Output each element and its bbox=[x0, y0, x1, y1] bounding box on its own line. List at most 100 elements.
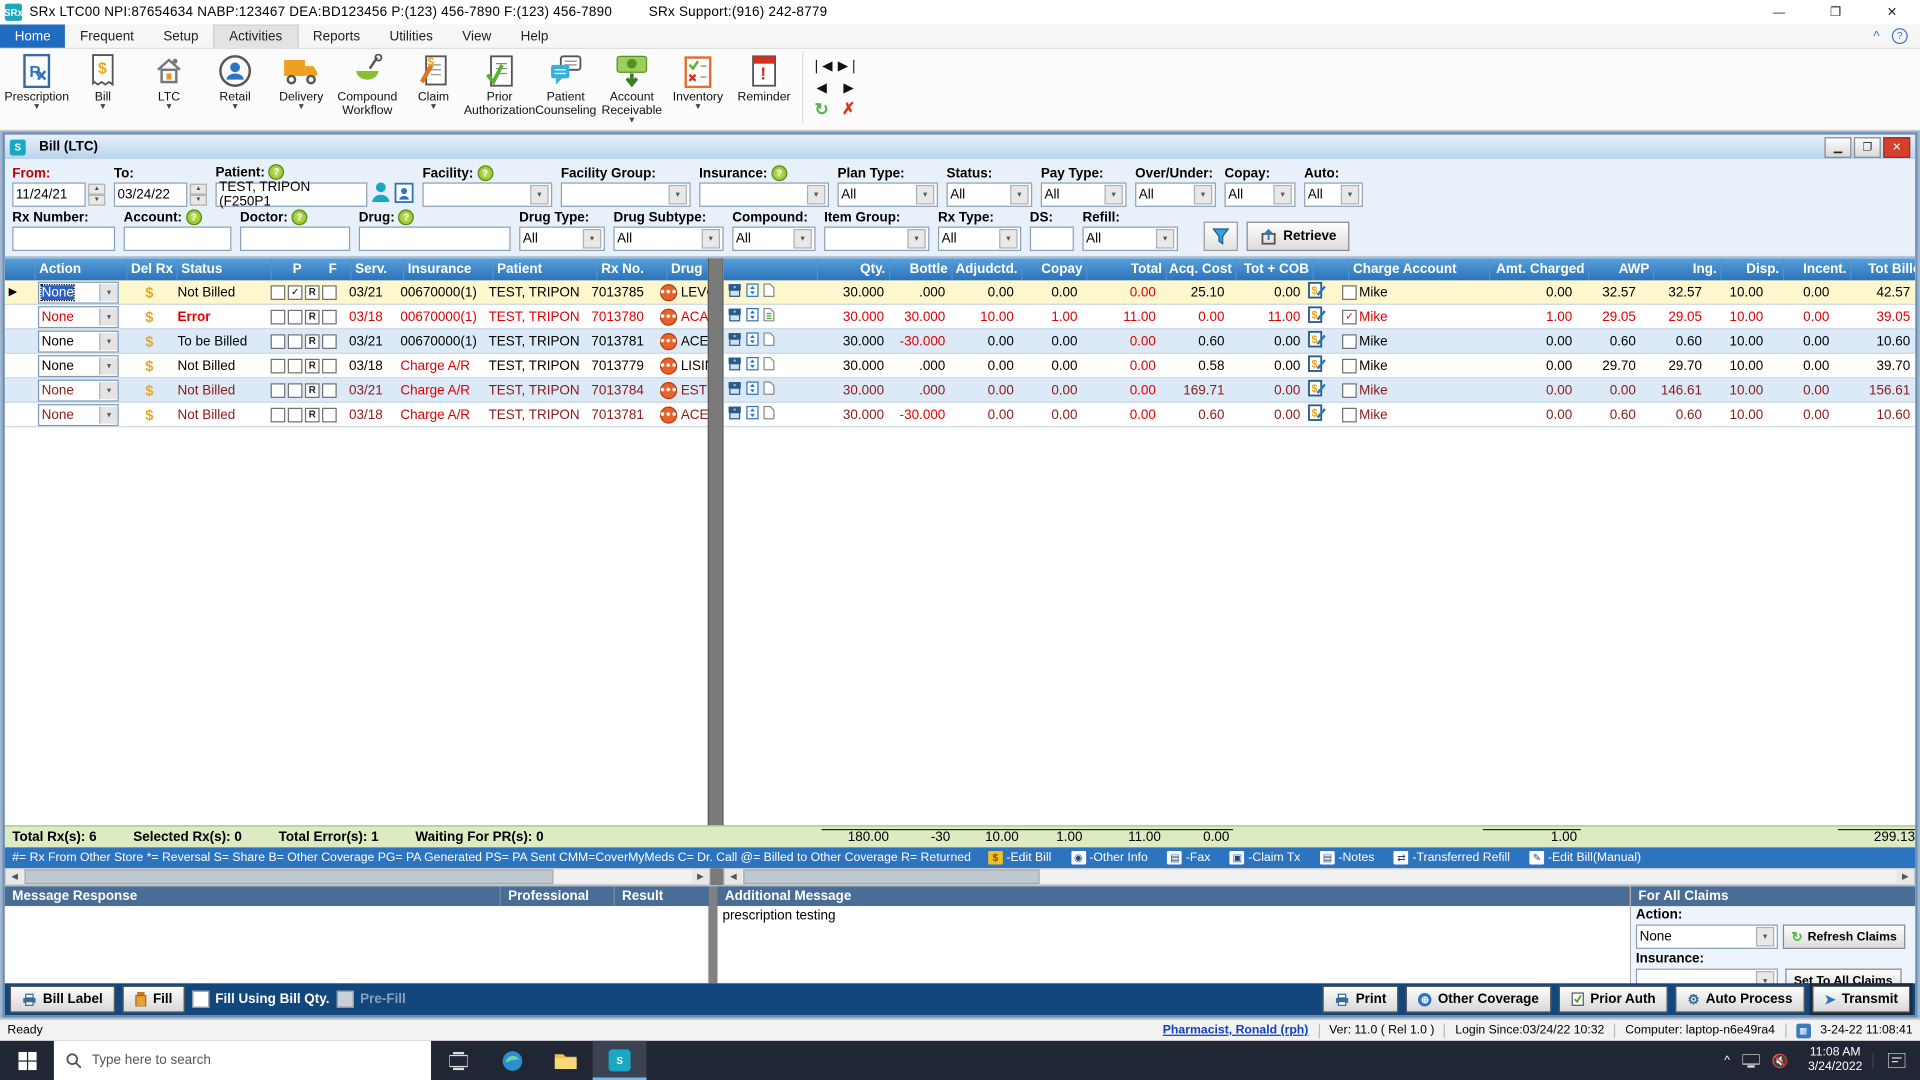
grid-splitter[interactable] bbox=[707, 258, 724, 826]
column-header-rxno[interactable]: Rx No. bbox=[598, 258, 668, 281]
row-checkbox[interactable] bbox=[322, 309, 337, 324]
row-checkbox[interactable] bbox=[270, 382, 286, 398]
charge-account-checkbox[interactable] bbox=[1342, 407, 1357, 422]
doc-transfer-icon[interactable] bbox=[746, 307, 759, 325]
retrieve-button[interactable]: Retrieve bbox=[1246, 221, 1350, 252]
legend-item-fax[interactable]: ▤ -Fax bbox=[1167, 851, 1210, 865]
column-header-qty[interactable]: Qty. bbox=[818, 258, 891, 281]
auto-process-button[interactable]: ⚙ Auto Process bbox=[1675, 985, 1805, 1013]
scroll-right-icon[interactable]: ▶ bbox=[1896, 869, 1914, 885]
filter-select[interactable]: ▾ bbox=[422, 182, 553, 207]
filter-select[interactable]: All ▾ bbox=[937, 226, 1022, 252]
page-icon[interactable] bbox=[763, 307, 775, 325]
edit-bill-icon[interactable]: $ bbox=[1308, 306, 1326, 327]
bill-label-button[interactable]: Bill Label bbox=[9, 985, 115, 1013]
doc-transfer-icon[interactable] bbox=[746, 405, 759, 423]
toolbar-retail-button[interactable]: Retail ▼ bbox=[203, 51, 267, 111]
filter-input[interactable] bbox=[12, 226, 116, 252]
legend-item-globe[interactable]: ◉ -Other Info bbox=[1070, 851, 1148, 865]
legend-item-transfer[interactable]: ⇄ -Transferred Refill bbox=[1394, 851, 1510, 865]
toolbar-bill-button[interactable]: $ Bill ▼ bbox=[71, 51, 135, 111]
toolbar-counseling-button[interactable]: Patient Counseling bbox=[534, 51, 598, 118]
clear-icon[interactable]: ✗ bbox=[842, 99, 855, 119]
page-icon[interactable] bbox=[763, 381, 775, 399]
table-row[interactable]: 30.000 .000 0.00 0.00 0.00 25.10 0.00 $ Mike 0.00… bbox=[723, 280, 1916, 305]
help-icon[interactable]: ? bbox=[770, 165, 787, 182]
date-input[interactable]: 03/24/22 bbox=[113, 182, 188, 207]
filter-select[interactable]: ▾ bbox=[699, 182, 829, 207]
table-row[interactable]: 30.000 -30.000 0.00 0.00 0.00 0.60 0.00 $ Mike 0.… bbox=[723, 329, 1916, 354]
action-select[interactable]: None ▾ bbox=[37, 354, 119, 377]
chevron-down-icon[interactable]: ▼ bbox=[32, 103, 40, 112]
column-header-serv[interactable]: Serv. bbox=[351, 258, 405, 281]
start-button[interactable] bbox=[0, 1041, 54, 1080]
table-row[interactable]: ▶ None ▾ $ Not Billed ✓ R 03/21 00670000(1) TEST,… bbox=[4, 280, 708, 305]
column-header-totbilled[interactable]: Tot Billed bbox=[1851, 258, 1915, 280]
row-checkbox[interactable] bbox=[322, 407, 337, 422]
row-checkbox[interactable] bbox=[322, 358, 337, 373]
table-row[interactable]: None ▾ $ Not Billed R 03/18 Charge A/R TEST, TR… bbox=[4, 402, 708, 428]
row-checkbox[interactable] bbox=[270, 358, 286, 373]
column-header-drug[interactable]: Drug bbox=[667, 258, 707, 280]
chevron-down-icon[interactable]: ▼ bbox=[231, 103, 239, 112]
action-center-button[interactable] bbox=[1872, 1053, 1920, 1068]
help-icon[interactable]: ? bbox=[268, 164, 285, 181]
collapse-ribbon-icon[interactable]: ^ bbox=[1873, 29, 1879, 44]
toolbar-compound-button[interactable]: Compound Workflow bbox=[336, 51, 400, 118]
legend-item-claim[interactable]: ▣ -Claim Tx bbox=[1229, 851, 1300, 865]
print-rx-icon[interactable] bbox=[727, 356, 742, 374]
chevron-down-icon[interactable]: ▼ bbox=[99, 103, 107, 112]
scroll-left-icon[interactable]: ◀ bbox=[724, 869, 743, 885]
nav-next-icon[interactable]: ▶ bbox=[843, 79, 853, 95]
row-checkbox[interactable] bbox=[287, 309, 303, 324]
legend-item-notes[interactable]: ▤ -Notes bbox=[1320, 851, 1374, 865]
page-icon[interactable] bbox=[763, 405, 775, 423]
action-select[interactable]: None ▾ bbox=[37, 330, 119, 353]
display-icon[interactable] bbox=[1742, 1053, 1760, 1068]
menu-activities[interactable]: Activities bbox=[213, 24, 299, 48]
doc-transfer-icon[interactable] bbox=[746, 283, 759, 301]
row-checkbox[interactable] bbox=[287, 407, 303, 422]
file-explorer-button[interactable] bbox=[539, 1041, 593, 1080]
menu-reports[interactable]: Reports bbox=[298, 24, 375, 47]
maximize-button[interactable]: ❐ bbox=[1807, 0, 1863, 24]
toolbar-prior-auth-button[interactable]: Prior Authorization bbox=[464, 51, 535, 118]
legend-item-edit[interactable]: ✎ -Edit Bill(Manual) bbox=[1529, 851, 1641, 865]
refresh-claims-button[interactable]: ↻ Refresh Claims bbox=[1782, 924, 1906, 949]
row-checkbox[interactable] bbox=[287, 382, 303, 398]
row-checkbox[interactable] bbox=[287, 358, 303, 373]
filter-select[interactable]: All ▾ bbox=[1082, 226, 1178, 252]
toolbar-claim-button[interactable]: $ Claim ▼ bbox=[402, 51, 466, 111]
nav-first-icon[interactable]: ❘◀ bbox=[811, 57, 833, 73]
refresh-icon[interactable]: ↻ bbox=[814, 99, 828, 120]
fill-button[interactable]: Fill bbox=[122, 985, 185, 1013]
row-checkbox[interactable] bbox=[270, 407, 286, 422]
print-button[interactable]: Print bbox=[1322, 985, 1399, 1013]
spinner[interactable]: ▲ ▼ bbox=[88, 183, 106, 206]
row-checkbox[interactable] bbox=[270, 284, 286, 300]
bill-ltc-titlebar[interactable]: S Bill (LTC) ▁ ❐ ✕ bbox=[4, 134, 1916, 160]
filter-select[interactable]: All ▾ bbox=[519, 226, 605, 252]
page-icon[interactable] bbox=[763, 356, 775, 374]
edit-bill-icon[interactable]: $ bbox=[1308, 404, 1326, 425]
column-header-totcob[interactable]: Tot + COB bbox=[1237, 258, 1314, 281]
legend-item-dollar[interactable]: $ -Edit Bill bbox=[988, 851, 1051, 865]
chevron-down-icon[interactable]: ▼ bbox=[429, 103, 437, 112]
menu-help[interactable]: Help bbox=[506, 24, 563, 47]
row-checkbox[interactable] bbox=[287, 333, 303, 349]
toolbar-inventory-button[interactable]: Inventory ▼ bbox=[666, 51, 730, 111]
toolbar-prescription-button[interactable]: R Prescription ▼ bbox=[4, 51, 69, 112]
patient-search-icon[interactable] bbox=[371, 181, 391, 207]
volume-muted-icon[interactable]: 🔇 bbox=[1772, 1052, 1789, 1069]
page-icon[interactable] bbox=[763, 283, 775, 301]
right-hscrollbar[interactable]: ◀ ▶ bbox=[723, 868, 1916, 886]
filter-select[interactable]: All ▾ bbox=[732, 226, 816, 252]
doc-transfer-icon[interactable] bbox=[746, 381, 759, 399]
action-select[interactable]: None ▾ bbox=[37, 403, 119, 426]
table-row[interactable]: 30.000 30.000 10.00 1.00 11.00 0.00 11.00 $ ✓ Mik… bbox=[723, 304, 1916, 330]
column-header-charge[interactable]: Charge Account bbox=[1349, 258, 1491, 281]
print-rx-icon[interactable] bbox=[727, 283, 742, 301]
page-icon[interactable] bbox=[763, 332, 775, 350]
panel-splitter[interactable] bbox=[708, 886, 718, 984]
edit-bill-icon[interactable]: $ bbox=[1308, 330, 1326, 352]
